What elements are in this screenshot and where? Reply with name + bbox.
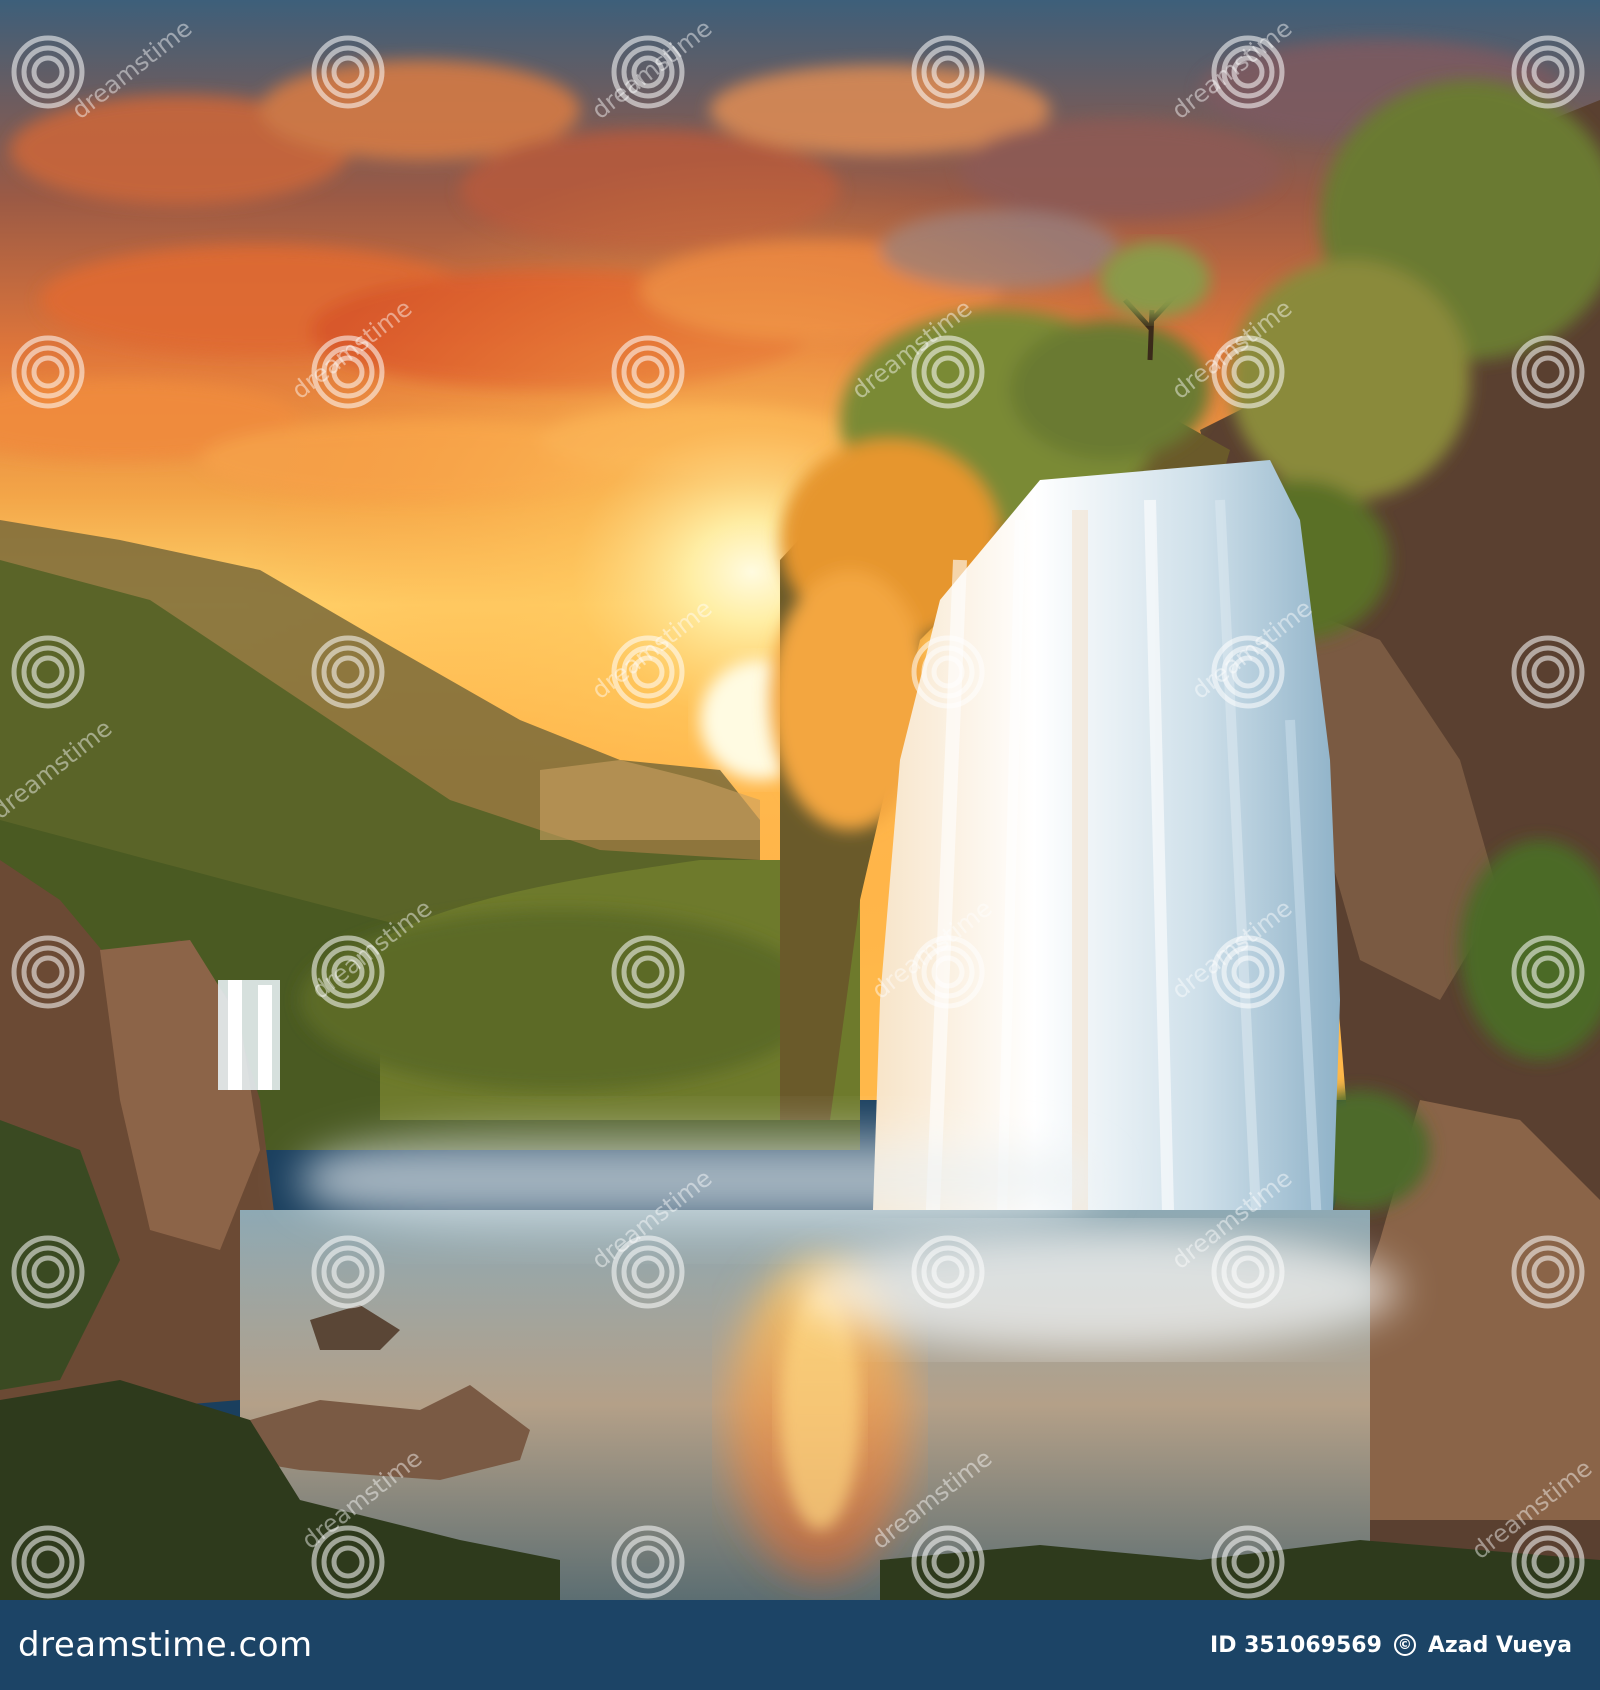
waterfall-sunset-scene — [0, 0, 1600, 1600]
brand[interactable]: dreamstime.com — [18, 1625, 313, 1665]
stock-image-frame: dreamstime dreamstime dreamstime dreamstime… — [0, 0, 1600, 1690]
stock-footer-bar: dreamstime.com ID 351069569 © Azad Vueya — [0, 1600, 1600, 1690]
copyright-icon: © — [1393, 1634, 1416, 1656]
image-credit: ID 351069569 © Azad Vueya — [1210, 1633, 1572, 1658]
author-name[interactable]: Azad Vueya — [1428, 1633, 1572, 1658]
scene-illustration — [0, 0, 1600, 1600]
brand-name[interactable]: dreamstime.com — [18, 1625, 313, 1665]
image-id: ID 351069569 — [1210, 1632, 1382, 1658]
